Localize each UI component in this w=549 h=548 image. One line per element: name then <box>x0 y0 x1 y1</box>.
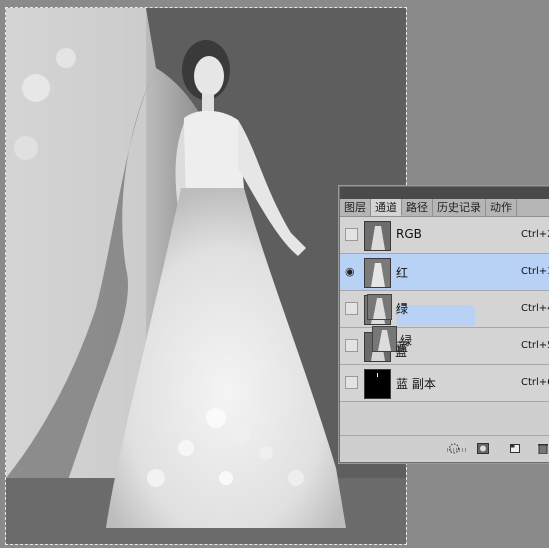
channel-name: 蓝 副本 <box>396 377 436 391</box>
tab-channels[interactable]: 通道 <box>371 199 402 216</box>
channel-row-green[interactable]: 绿 Ctrl+4 <box>340 291 549 328</box>
channel-thumbnail <box>364 369 391 399</box>
panel-toolbar <box>340 435 549 455</box>
tab-actions[interactable]: 动作 <box>486 199 517 216</box>
channel-shortcut: Ctrl+3 <box>521 266 549 277</box>
trash-icon[interactable] <box>537 439 549 455</box>
channel-shortcut: Ctrl+5 <box>521 340 549 351</box>
channel-row-blue[interactable]: 蓝 Ctrl+5 <box>340 328 549 365</box>
channel-thumbnail <box>364 258 391 288</box>
new-channel-icon[interactable] <box>509 439 521 453</box>
channel-name: 蓝 <box>396 340 409 354</box>
visibility-toggle[interactable] <box>345 302 358 315</box>
tab-layers[interactable]: 图层 <box>340 199 371 216</box>
panel-header[interactable] <box>340 187 549 199</box>
channel-name: RGB <box>396 227 422 241</box>
visibility-toggle[interactable] <box>345 339 358 352</box>
channel-row-red[interactable]: ◉ 红 Ctrl+3 <box>340 254 549 291</box>
channel-list: RGB Ctrl+2 ◉ 红 Ctrl+3 绿 Ctrl+4 蓝 Ctrl+5 <box>340 217 549 402</box>
channel-thumbnail <box>364 332 391 362</box>
channel-name: 红 <box>396 266 409 280</box>
channel-row-rgb[interactable]: RGB Ctrl+2 <box>340 217 549 254</box>
channel-shortcut: Ctrl+4 <box>521 303 549 314</box>
channel-thumbnail <box>364 295 391 325</box>
channel-thumbnail <box>364 221 391 251</box>
eye-icon[interactable]: ◉ <box>345 266 355 277</box>
mask-icon[interactable] <box>477 439 489 454</box>
panel-tabs: 图层 通道 路径 历史记录 动作 <box>340 199 549 217</box>
channels-panel: 图层 通道 路径 历史记录 动作 RGB Ctrl+2 ◉ 红 Ctrl+3 <box>339 186 549 463</box>
resize-grip[interactable] <box>447 448 467 452</box>
tab-history[interactable]: 历史记录 <box>433 199 486 216</box>
channel-name: 绿 <box>396 303 409 317</box>
tab-paths[interactable]: 路径 <box>402 199 433 216</box>
visibility-toggle[interactable] <box>345 228 358 241</box>
channel-shortcut: Ctrl+6 <box>521 377 549 388</box>
channel-row-blue-copy[interactable]: 蓝 副本 Ctrl+6 <box>340 365 549 402</box>
visibility-toggle[interactable] <box>345 376 358 389</box>
channel-shortcut: Ctrl+2 <box>521 229 549 240</box>
